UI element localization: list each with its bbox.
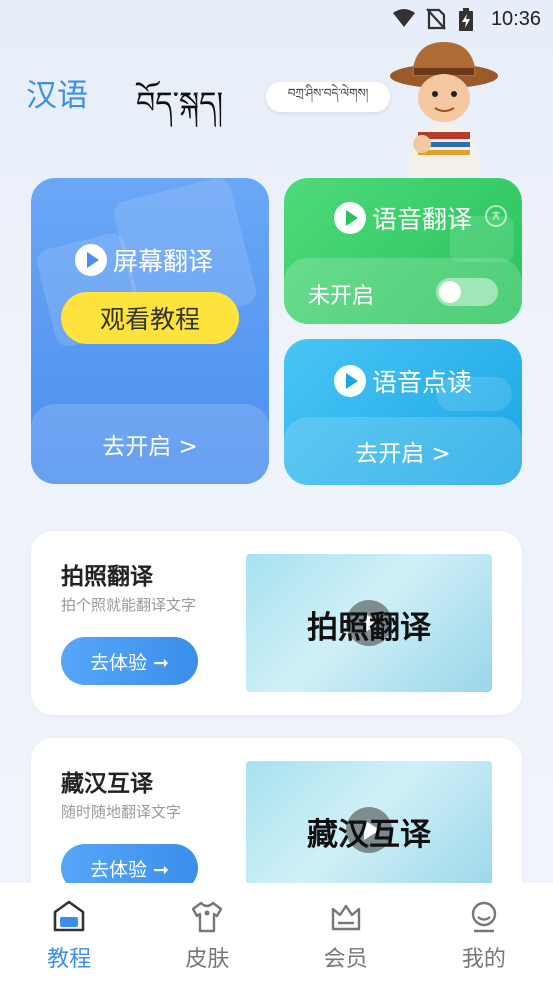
- thumbnail-caption: 藏汉互译: [307, 817, 431, 853]
- screen-translate-title-text: 屏幕翻译: [113, 247, 214, 276]
- play-icon: [334, 365, 366, 397]
- status-time: 10:36: [490, 8, 541, 30]
- voice-read-title-text: 语音点读: [372, 368, 473, 397]
- screen-translate-card[interactable]: 屏幕翻译 观看教程 去开启 >: [31, 178, 269, 484]
- voice-translate-title: 语音翻译: [334, 200, 472, 236]
- nav-label: 会员: [323, 947, 368, 972]
- mascot-speech-bubble: བཀྲ་ཤིས་བདེ་ལེགས།: [266, 82, 390, 112]
- list-item-title: 藏汉互译: [61, 771, 153, 797]
- voice-translate-toggle[interactable]: [436, 278, 498, 306]
- tab-tibetan[interactable]: བོད་སྐད།: [136, 70, 223, 154]
- mascot-bubble-text: བཀྲ་ཤིས་བདེ་ལེགས།: [287, 86, 369, 100]
- translate-badge-icon: [484, 204, 508, 232]
- screen-translate-title: 屏幕翻译: [75, 242, 213, 278]
- voice-read-open-button[interactable]: 去开启 >: [284, 417, 522, 485]
- voice-read-title: 语音点读: [334, 363, 472, 399]
- battery-charging-icon: [458, 8, 474, 37]
- list-item-title: 拍照翻译: [61, 564, 153, 590]
- nav-skin[interactable]: 皮肤: [138, 883, 276, 983]
- nav-profile[interactable]: 我的: [415, 883, 553, 983]
- wifi-icon: [392, 8, 416, 33]
- tutorial-icon: [49, 897, 89, 937]
- nav-tutorial[interactable]: 教程: [0, 883, 138, 983]
- video-thumbnail[interactable]: 藏汉互译: [246, 761, 492, 899]
- voice-translate-status: 未开启: [308, 284, 375, 309]
- list-item-desc: 拍个照就能翻译文字: [61, 596, 197, 614]
- bottom-nav: 教程 皮肤 会员 我的: [0, 883, 553, 983]
- video-thumbnail[interactable]: 拍照翻译: [246, 554, 492, 692]
- try-button[interactable]: 去体验 ➞: [61, 637, 198, 685]
- toggle-knob: [439, 281, 461, 303]
- play-icon: [334, 202, 366, 234]
- nav-label: 我的: [461, 947, 506, 972]
- tab-chinese[interactable]: 汉语: [26, 70, 88, 115]
- status-bar: 10:36: [0, 0, 553, 40]
- profile-icon: [464, 897, 504, 937]
- mascot-illustration: [388, 36, 500, 176]
- voice-translate-status-bar: 未开启: [284, 258, 522, 324]
- shirt-icon: [187, 897, 227, 937]
- crown-icon: [326, 897, 366, 937]
- watch-tutorial-button[interactable]: 观看教程: [61, 292, 239, 344]
- play-icon: [75, 244, 107, 276]
- thumbnail-caption: 拍照翻译: [307, 610, 431, 646]
- list-item-desc: 随时随地翻译文字: [61, 803, 182, 821]
- screen-translate-open-button[interactable]: 去开启 >: [31, 404, 269, 484]
- nav-label: 皮肤: [185, 947, 230, 972]
- nav-label: 教程: [47, 947, 92, 972]
- list-item[interactable]: 拍照翻译 拍个照就能翻译文字 去体验 ➞ 拍照翻译: [31, 531, 522, 715]
- voice-read-card[interactable]: 语音点读 去开启 >: [284, 339, 522, 485]
- no-sim-icon: [426, 8, 446, 35]
- voice-translate-card[interactable]: 语音翻译 未开启: [284, 178, 522, 324]
- voice-translate-title-text: 语音翻译: [372, 205, 473, 234]
- nav-membership[interactable]: 会员: [277, 883, 415, 983]
